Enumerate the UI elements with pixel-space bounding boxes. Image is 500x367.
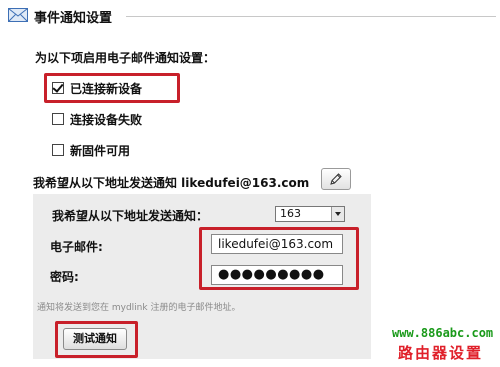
email-label: 电子邮件:	[50, 240, 103, 254]
section-header: 事件通知设置	[6, 4, 496, 30]
new-device-checkbox[interactable]	[52, 82, 64, 94]
watermark-text: 路由器设置	[398, 344, 484, 362]
pencil-icon	[330, 173, 342, 185]
page-title: 事件通知设置	[34, 11, 113, 26]
sender-address-summary: 我希望从以下地址发送通知 likedufei@163.com	[33, 176, 310, 190]
option-connection-failed[interactable]: 连接设备失败	[52, 110, 142, 128]
option-new-firmware[interactable]: 新固件可用	[52, 141, 130, 159]
event-notification-page: 事件通知设置 为以下项启用电子邮件通知设置： 已连接新设备 连接设备失败 新固件…	[0, 0, 500, 367]
option-label: 连接设备失败	[70, 112, 143, 127]
mail-icon	[8, 8, 28, 22]
mail-provider-select[interactable]: 163	[275, 206, 345, 222]
option-label: 已连接新设备	[70, 81, 143, 96]
title-divider	[126, 16, 496, 17]
chevron-down-icon	[331, 207, 344, 221]
notification-hint: 通知将发送到您在 mydlink 注册的电子邮件地址。	[37, 303, 241, 313]
highlight-frame-test-button	[55, 321, 138, 358]
enable-notifications-label: 为以下项启用电子邮件通知设置：	[35, 51, 216, 65]
password-label: 密码:	[50, 270, 79, 284]
option-label: 新固件可用	[70, 143, 131, 158]
edit-address-button[interactable]	[321, 168, 351, 190]
send-from-label: 我希望从以下地址发送通知：	[52, 209, 209, 223]
mail-provider-value: 163	[280, 207, 301, 220]
option-new-device[interactable]: 已连接新设备	[52, 79, 142, 97]
watermark-url: www.886abc.com	[392, 326, 494, 340]
connection-failed-checkbox[interactable]	[52, 113, 64, 125]
highlight-frame-credentials	[199, 227, 359, 290]
new-firmware-checkbox[interactable]	[52, 144, 64, 156]
